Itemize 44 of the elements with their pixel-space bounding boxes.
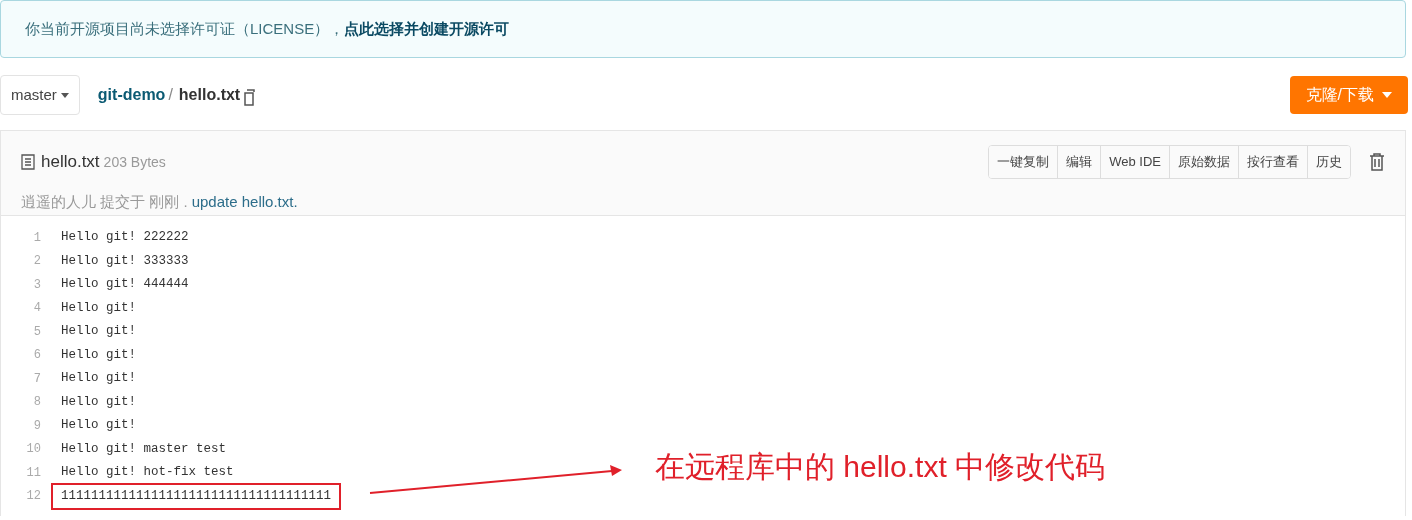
code-line: Hello git!: [60, 299, 137, 317]
commit-link[interactable]: update hello.txt.: [191, 191, 298, 214]
code-line: Hello git! 222222: [60, 229, 190, 247]
line-number: 2: [32, 253, 42, 271]
code-line: Hello git!: [60, 346, 137, 364]
notice-text: 你当前开源项目尚未选择许可证（LICENSE），: [25, 18, 345, 39]
license-link[interactable]: 点此选择并创建开源许可: [344, 17, 510, 41]
toolbar-button[interactable]: 按行查看: [1238, 146, 1307, 178]
commit-info: 逍遥的人儿 提交于 刚刚 .: [21, 192, 188, 212]
toolbar-button[interactable]: 一键复制: [989, 146, 1058, 178]
line-number: 4: [32, 300, 42, 318]
line-number: 1: [32, 229, 42, 247]
line-number: 5: [32, 323, 42, 341]
line-number: 8: [32, 394, 42, 412]
toolbar-button[interactable]: 历史: [1307, 146, 1350, 178]
line-number: 3: [32, 276, 42, 294]
line-number: 9: [32, 417, 42, 435]
code-line: Hello git! 333333: [60, 252, 190, 270]
file-size: 203 Bytes: [103, 152, 166, 172]
code-line: Hello git!: [60, 393, 137, 411]
caret-icon: [1382, 92, 1392, 98]
code-line: Hello git!: [60, 417, 137, 435]
repo-link[interactable]: git-demo: [97, 83, 166, 107]
breadcrumb-separator: /: [168, 85, 173, 105]
code-line: Hello git!: [60, 323, 137, 341]
code-line: Hello git! hot-fix test: [60, 464, 235, 482]
file-name: hello.txt: [178, 85, 241, 105]
line-number: 11: [25, 464, 42, 482]
annotation-text: 在远程库中的 hello.txt 中修改代码: [655, 449, 1106, 485]
line-number: 12: [25, 488, 42, 506]
caret-icon: [60, 92, 69, 98]
trash-icon[interactable]: [1369, 153, 1385, 171]
line-number: 10: [25, 441, 42, 459]
file-title: hello.txt: [41, 151, 100, 174]
code-line: Hello git!: [60, 370, 137, 388]
file-icon: [21, 154, 35, 170]
toolbar-button[interactable]: Web IDE: [1100, 146, 1169, 178]
line-number: 7: [32, 370, 42, 388]
code-line: Hello git! master test: [60, 440, 228, 458]
toolbar-button[interactable]: 原始数据: [1169, 146, 1238, 178]
toolbar-button[interactable]: 编辑: [1057, 146, 1101, 178]
line-number: 6: [32, 347, 42, 365]
code-line: Hello git! 444444: [60, 276, 190, 294]
branch-dropdown[interactable]: master: [0, 75, 80, 115]
